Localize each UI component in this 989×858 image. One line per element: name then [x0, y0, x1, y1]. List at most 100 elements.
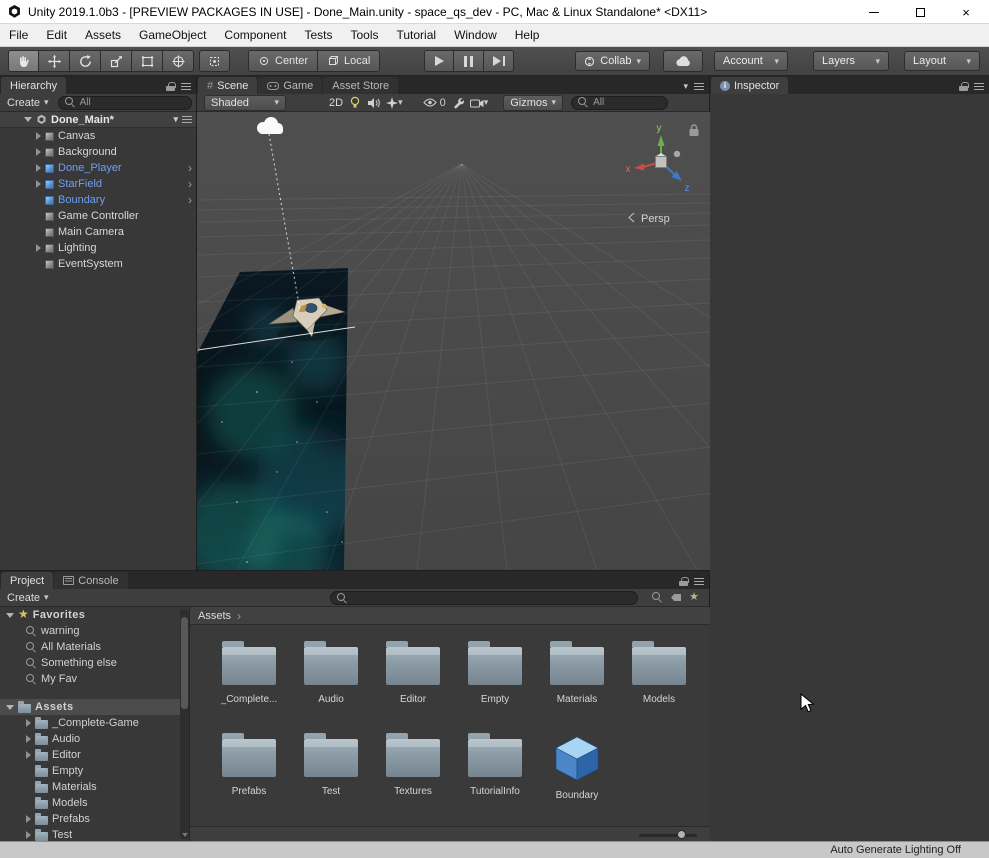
tab-hierarchy[interactable]: Hierarchy	[1, 77, 67, 94]
expand-collapsed-icon[interactable]	[36, 164, 41, 172]
hand-tool-button[interactable]	[8, 50, 39, 72]
close-button[interactable]: ×	[943, 0, 989, 24]
tab-asset-store[interactable]: Asset Store	[323, 77, 399, 94]
tree-saved-search-my-fav[interactable]: My Fav	[0, 671, 189, 687]
tree-assets-root[interactable]: Assets	[0, 699, 189, 715]
lock-icon[interactable]	[959, 82, 969, 91]
hierarchy-item-main-camera[interactable]: Main Camera	[0, 224, 196, 240]
panel-menu-icon[interactable]	[694, 83, 704, 90]
scene-camera-dropdown[interactable]: ▾	[467, 95, 492, 111]
project-create-dropdown[interactable]: Create ▾	[4, 592, 52, 604]
tree-folder-prefabs[interactable]: Prefabs	[0, 811, 189, 827]
asset-item-editor[interactable]: Editor	[372, 637, 454, 729]
asset-item-materials[interactable]: Materials	[536, 637, 618, 729]
hierarchy-item-boundary[interactable]: Boundary ›	[0, 192, 196, 208]
lock-icon[interactable]	[166, 82, 176, 91]
tab-project[interactable]: Project	[1, 572, 54, 589]
scale-tool-button[interactable]	[101, 50, 132, 72]
tree-scrollbar[interactable]	[180, 609, 189, 839]
search-by-label-icon[interactable]	[671, 594, 682, 601]
lock-icon[interactable]	[679, 577, 689, 586]
custom-tool-button[interactable]	[199, 50, 230, 72]
tree-folder-audio[interactable]: Audio	[0, 731, 189, 747]
expand-collapsed-icon[interactable]	[26, 831, 31, 839]
expand-expanded-icon[interactable]	[6, 612, 14, 618]
hierarchy-item-starfield[interactable]: StarField ›	[0, 176, 196, 192]
scene-search-input[interactable]: All	[571, 95, 669, 110]
expand-collapsed-icon[interactable]	[36, 148, 41, 156]
panel-menu-icon[interactable]	[181, 83, 191, 90]
layers-dropdown[interactable]: Layers ▾	[813, 51, 889, 71]
tree-saved-search-warning[interactable]: warning	[0, 623, 189, 639]
asset-item-models[interactable]: Models	[618, 637, 700, 729]
hierarchy-create-dropdown[interactable]: Create ▾	[4, 97, 52, 109]
expand-collapsed-icon[interactable]	[36, 132, 41, 140]
expand-collapsed-icon[interactable]	[36, 180, 41, 188]
tab-console[interactable]: Console	[54, 572, 128, 589]
rotation-mode-button[interactable]: Local	[318, 50, 381, 72]
asset-item-boundary-prefab[interactable]: Boundary	[536, 729, 618, 821]
asset-item-prefabs[interactable]: Prefabs	[208, 729, 290, 821]
menu-tests[interactable]: Tests	[295, 24, 341, 46]
hierarchy-item-background[interactable]: Background	[0, 144, 196, 160]
hierarchy-item-done-player[interactable]: Done_Player ›	[0, 160, 196, 176]
expand-collapsed-icon[interactable]	[26, 751, 31, 759]
asset-item-complete-game[interactable]: _Complete...	[208, 637, 290, 729]
expand-collapsed-icon[interactable]	[26, 735, 31, 743]
scene-effects-dropdown[interactable]: ▾	[383, 95, 406, 111]
tree-folder-models[interactable]: Models	[0, 795, 189, 811]
scene-audio-toggle[interactable]	[364, 95, 383, 111]
tree-saved-search-all-materials[interactable]: All Materials	[0, 639, 189, 655]
menu-assets[interactable]: Assets	[76, 24, 130, 46]
project-search-input[interactable]	[330, 591, 638, 605]
open-prefab-arrow[interactable]: ›	[188, 160, 192, 176]
tree-folder-complete-game[interactable]: _Complete-Game	[0, 715, 189, 731]
icon-size-slider-knob[interactable]	[677, 830, 686, 839]
hierarchy-item-eventsystem[interactable]: EventSystem	[0, 256, 196, 272]
account-dropdown[interactable]: Account ▾	[714, 51, 788, 71]
pause-button[interactable]	[454, 50, 484, 72]
menu-component[interactable]: Component	[215, 24, 295, 46]
breadcrumb-assets[interactable]: Assets	[198, 610, 231, 622]
tree-folder-materials[interactable]: Materials	[0, 779, 189, 795]
asset-item-test[interactable]: Test	[290, 729, 372, 821]
rotate-tool-button[interactable]	[70, 50, 101, 72]
hierarchy-item-game-controller[interactable]: Game Controller	[0, 208, 196, 224]
scene-header-row[interactable]: Done_Main* ▾	[0, 112, 196, 128]
collab-dropdown[interactable]: Collab ▾	[575, 51, 650, 71]
scene-viewport[interactable]: y x z Persp	[0, 112, 989, 571]
menu-tools[interactable]: Tools	[341, 24, 387, 46]
asset-item-textures[interactable]: Textures	[372, 729, 454, 821]
open-prefab-arrow[interactable]: ›	[188, 192, 192, 208]
tab-scene[interactable]: # Scene	[198, 77, 258, 94]
expand-collapsed-icon[interactable]	[36, 244, 41, 252]
search-by-type-icon[interactable]	[652, 592, 663, 603]
scene-tools-toggle[interactable]	[449, 95, 467, 111]
2d-toggle[interactable]: 2D	[326, 95, 346, 111]
menu-edit[interactable]: Edit	[37, 24, 76, 46]
menu-tutorial[interactable]: Tutorial	[387, 24, 445, 46]
auto-generate-lighting-button[interactable]: Auto Generate Lighting Off	[830, 844, 961, 856]
shading-mode-dropdown[interactable]: Shaded ▾	[204, 94, 286, 111]
minimize-button[interactable]	[851, 0, 897, 24]
move-tool-button[interactable]	[39, 50, 70, 72]
tree-favorites[interactable]: ★ Favorites	[0, 607, 189, 623]
caret-down-icon[interactable]: ▾	[683, 82, 688, 91]
menu-window[interactable]: Window	[445, 24, 506, 46]
gizmos-dropdown[interactable]: Gizmos ▾	[503, 94, 564, 111]
tree-folder-test[interactable]: Test	[0, 827, 189, 841]
scrollbar-down-arrow[interactable]	[181, 833, 188, 837]
icon-size-slider[interactable]	[639, 834, 697, 837]
menu-file[interactable]: File	[0, 24, 37, 46]
expand-collapsed-icon[interactable]	[26, 719, 31, 727]
cloud-button[interactable]	[663, 50, 703, 72]
menu-gameobject[interactable]: GameObject	[130, 24, 215, 46]
hierarchy-item-lighting[interactable]: Lighting	[0, 240, 196, 256]
rect-tool-button[interactable]	[132, 50, 163, 72]
hierarchy-search-input[interactable]: All	[57, 95, 192, 110]
tab-game[interactable]: Game	[258, 77, 323, 94]
layout-dropdown[interactable]: Layout ▾	[904, 51, 980, 71]
expand-expanded-icon[interactable]	[6, 704, 14, 710]
hierarchy-item-canvas[interactable]: Canvas	[0, 128, 196, 144]
scene-menu-icon[interactable]	[182, 116, 192, 123]
